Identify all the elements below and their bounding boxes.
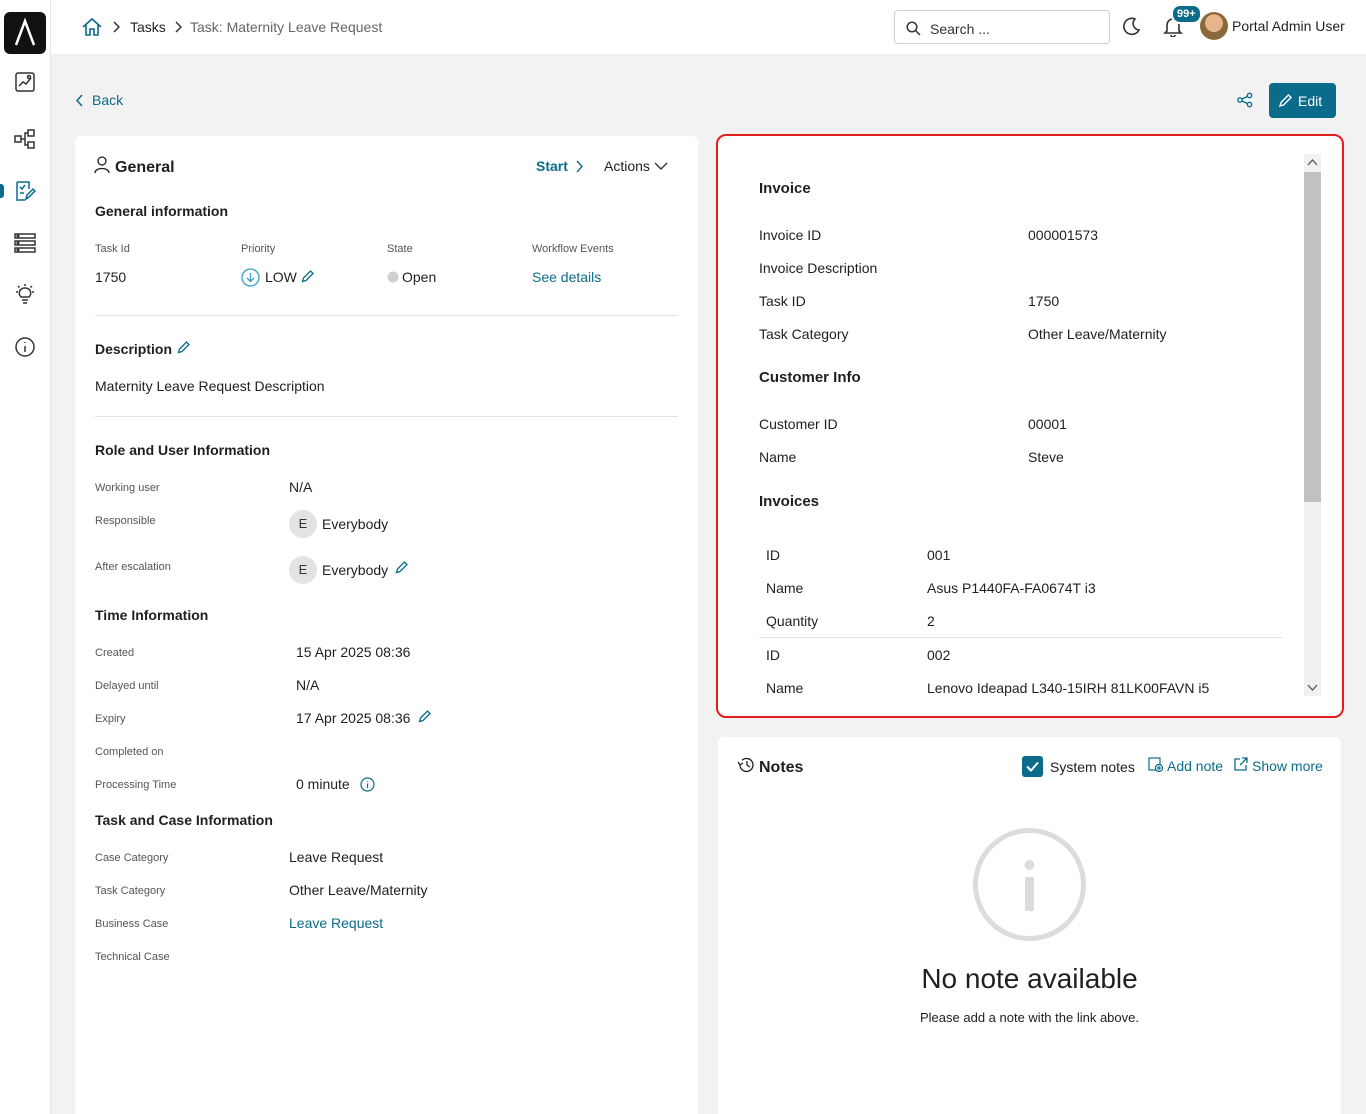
description-text: Maternity Leave Request Description (95, 378, 325, 394)
sidebar (0, 0, 51, 1114)
time-heading: Time Information (95, 607, 209, 623)
chevron-right-icon (175, 21, 182, 33)
cases-icon[interactable] (13, 231, 37, 255)
highlight-frame (716, 134, 1344, 718)
edit-expiry-icon[interactable] (418, 709, 432, 723)
active-nav-indicator (0, 184, 4, 198)
user-name[interactable]: Portal Admin User (1232, 18, 1345, 34)
history-icon (737, 757, 754, 773)
processing-value: 0 minute (296, 776, 350, 792)
notes-title: Notes (759, 759, 804, 776)
edit-escalation-icon[interactable] (395, 560, 409, 574)
after-escalation-avatar: E (289, 556, 317, 584)
breadcrumb-tasks[interactable]: Tasks (130, 19, 166, 35)
user-icon (94, 156, 110, 174)
dark-mode-icon[interactable] (1121, 17, 1141, 37)
business-case-link[interactable]: Leave Request (289, 915, 383, 931)
case-category-label: Case Category (95, 852, 169, 864)
info-icon[interactable] (13, 335, 37, 359)
business-case-label: Business Case (95, 918, 169, 930)
info-icon[interactable] (360, 777, 375, 792)
responsible-avatar: E (289, 510, 317, 538)
dashboard-icon[interactable] (13, 70, 37, 94)
chevron-left-icon (76, 94, 83, 107)
home-icon[interactable] (81, 17, 103, 37)
edit-description-icon[interactable] (177, 340, 191, 354)
share-icon[interactable] (1237, 92, 1253, 108)
priority-low-icon (241, 268, 260, 287)
breadcrumb-current: Task: Maternity Leave Request (190, 19, 383, 35)
process-icon[interactable] (13, 127, 37, 151)
idea-icon[interactable] (13, 283, 37, 307)
info-glyph-icon (1024, 860, 1035, 911)
working-user-value: N/A (289, 479, 313, 495)
state-value: Open (402, 269, 437, 285)
state-open-icon (387, 271, 399, 283)
edit-priority-icon[interactable] (301, 269, 315, 283)
created-value: 15 Apr 2025 08:36 (296, 644, 411, 660)
tasks-icon[interactable] (13, 179, 37, 203)
description-heading: Description (95, 341, 173, 357)
task-category-label: Task Category (95, 885, 166, 897)
technical-case-label: Technical Case (95, 951, 170, 963)
delayed-value: N/A (296, 677, 320, 693)
divider (95, 416, 678, 417)
role-heading: Role and User Information (95, 442, 271, 458)
task-id-value: 1750 (95, 269, 127, 285)
state-label: State (387, 243, 413, 255)
empty-info-icon (973, 828, 1086, 941)
working-user-label: Working user (95, 482, 160, 494)
chevron-right-icon (576, 160, 583, 173)
add-note-icon[interactable] (1148, 757, 1163, 772)
priority-value: LOW (265, 269, 297, 285)
expiry-label: Expiry (95, 713, 126, 725)
empty-notes-title: No note available (921, 963, 1138, 994)
after-escalation-value: Everybody (322, 562, 389, 578)
completed-label: Completed on (95, 746, 164, 758)
edit-label: Edit (1298, 93, 1323, 109)
after-escalation-label: After escalation (95, 561, 171, 573)
case-heading: Task and Case Information (95, 812, 273, 828)
add-note-link[interactable]: Add note (1167, 758, 1223, 774)
case-category-value: Leave Request (289, 849, 384, 865)
task-id-label: Task Id (95, 243, 130, 255)
task-category-value: Other Leave/Maternity (289, 882, 428, 898)
general-title: General (115, 159, 175, 176)
chevron-down-icon (654, 162, 668, 170)
app-logo[interactable] (4, 12, 46, 54)
processing-label: Processing Time (95, 779, 177, 791)
empty-notes-subtitle: Please add a note with the link above. (920, 1010, 1139, 1025)
system-notes-label[interactable]: System notes (1050, 759, 1135, 775)
back-label: Back (92, 92, 124, 108)
notification-badge: 99+ (1171, 4, 1202, 24)
external-link-icon[interactable] (1234, 757, 1248, 771)
chevron-right-icon (113, 21, 120, 33)
actions-dropdown[interactable]: Actions (604, 158, 650, 174)
created-label: Created (95, 647, 135, 659)
start-button[interactable]: Start (536, 158, 568, 174)
search-placeholder: Search ... (930, 21, 990, 37)
pencil-icon (1278, 94, 1292, 108)
checkmark-icon (1026, 761, 1039, 772)
responsible-label: Responsible (95, 515, 156, 527)
avatar[interactable] (1200, 12, 1228, 40)
general-info-heading: General information (95, 203, 229, 219)
search-icon (906, 21, 921, 36)
edit-button[interactable]: Edit (1269, 83, 1336, 118)
responsible-value: Everybody (322, 516, 389, 532)
see-details-link[interactable]: See details (532, 269, 601, 285)
system-notes-checkbox[interactable] (1022, 756, 1043, 777)
divider (95, 315, 678, 316)
search-input[interactable]: Search ... (894, 10, 1110, 44)
delayed-label: Delayed until (95, 680, 159, 692)
priority-label: Priority (241, 243, 276, 255)
expiry-value: 17 Apr 2025 08:36 (296, 710, 411, 726)
show-more-link[interactable]: Show more (1252, 758, 1323, 774)
workflow-label: Workflow Events (532, 243, 614, 255)
